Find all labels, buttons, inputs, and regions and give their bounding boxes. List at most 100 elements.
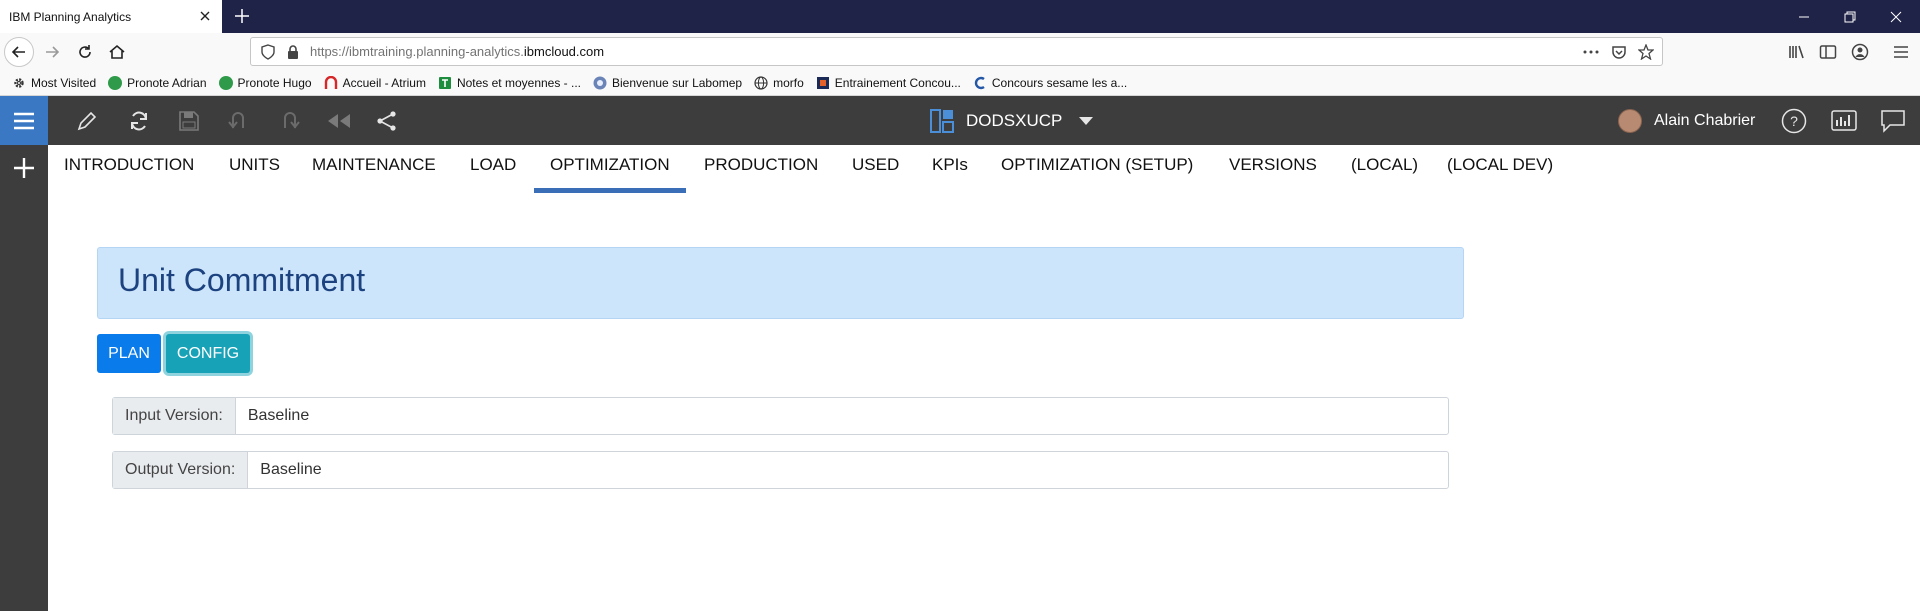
reload-icon — [79, 45, 91, 58]
bookmark-morfo[interactable]: morfo — [754, 76, 804, 90]
save-button[interactable] — [176, 108, 202, 134]
minimize-window-icon[interactable] — [1781, 0, 1827, 33]
rewind-icon — [328, 114, 350, 128]
user-menu[interactable]: Alain Chabrier — [1618, 108, 1755, 134]
left-rail — [0, 145, 48, 611]
help-button[interactable]: ? — [1781, 108, 1807, 134]
pronote-icon — [218, 76, 233, 90]
bookmark-most-visited[interactable]: Most Visited — [12, 76, 96, 90]
input-version-field[interactable]: Input Version: Baseline — [112, 397, 1449, 435]
page-title: Unit Commitment — [118, 262, 366, 298]
browser-tab-strip: IBM Planning Analytics — [0, 0, 1920, 33]
gear-icon — [12, 76, 26, 90]
tab-local-dev[interactable]: (LOCAL DEV) — [1431, 145, 1569, 193]
arrow-left-icon — [11, 46, 25, 58]
output-version-value[interactable]: Baseline — [248, 452, 321, 488]
config-button[interactable]: CONFIG — [166, 334, 250, 373]
close-tab-icon[interactable] — [196, 7, 214, 25]
rewind-button[interactable] — [326, 108, 352, 134]
sesame-icon — [973, 76, 987, 90]
workspace-selector[interactable]: DODSXUCP — [930, 108, 1094, 134]
bookmark-entrainement-concours[interactable]: Entrainement Concou... — [816, 76, 961, 90]
pronote-icon — [108, 76, 123, 90]
home-button[interactable] — [102, 37, 132, 67]
tab-optimization[interactable]: OPTIMIZATION — [534, 145, 686, 193]
bookmark-labomep[interactable]: Bienvenue sur Labomep — [593, 76, 742, 90]
arrow-right-icon — [46, 46, 60, 58]
forward-button[interactable] — [37, 37, 67, 67]
browser-tab-title: IBM Planning Analytics — [9, 9, 132, 24]
caret-down-icon — [1079, 117, 1094, 125]
account-icon[interactable] — [1845, 37, 1875, 67]
tab-load[interactable]: LOAD — [454, 145, 532, 193]
tab-local[interactable]: (LOCAL) — [1335, 145, 1434, 193]
url-bar[interactable]: https://ibmtraining.planning-analytics.i… — [250, 37, 1663, 66]
share-button[interactable] — [374, 108, 400, 134]
dashboard-icon — [930, 109, 954, 133]
help-icon: ? — [1781, 108, 1807, 134]
output-version-label: Output Version: — [113, 452, 249, 488]
reload-button[interactable] — [70, 37, 100, 67]
undo-icon — [228, 112, 244, 129]
bookmark-pronote-adrian[interactable]: Pronote Adrian — [108, 76, 207, 90]
pocket-icon[interactable] — [1610, 43, 1628, 61]
redo-button[interactable] — [276, 108, 302, 134]
lock-icon[interactable] — [284, 43, 302, 61]
close-window-icon[interactable] — [1873, 0, 1919, 33]
labomep-icon — [593, 76, 607, 90]
library-icon[interactable] — [1782, 37, 1812, 67]
bookmark-pronote-hugo[interactable]: Pronote Hugo — [218, 76, 312, 90]
bookmarks-bar: Most Visited Pronote Adrian Pronote Hugo… — [0, 71, 1920, 96]
main-menu-button[interactable] — [0, 96, 48, 145]
refresh-button[interactable] — [126, 108, 152, 134]
plan-button[interactable]: PLAN — [97, 334, 161, 373]
shield-icon[interactable] — [259, 43, 277, 61]
app-menu-icon[interactable] — [1886, 37, 1916, 67]
bookmark-concours-sesame[interactable]: Concours sesame les a... — [973, 76, 1127, 90]
output-version-field[interactable]: Output Version: Baseline — [112, 451, 1449, 489]
globe-icon — [754, 76, 768, 90]
new-tab-button[interactable] — [231, 5, 253, 27]
workspace-name: DODSXUCP — [966, 111, 1063, 130]
svg-text:?: ? — [1790, 113, 1798, 129]
atrium-icon — [324, 76, 338, 90]
tab-production[interactable]: PRODUCTION — [688, 145, 834, 193]
restore-window-icon[interactable] — [1827, 0, 1873, 33]
user-name: Alain Chabrier — [1654, 112, 1756, 129]
url-text[interactable]: https://ibmtraining.planning-analytics.i… — [310, 38, 604, 65]
avatar — [1618, 109, 1642, 133]
plus-icon — [14, 158, 34, 178]
browser-navigation-bar: https://ibmtraining.planning-analytics.i… — [0, 33, 1920, 71]
bookmark-star-icon[interactable] — [1637, 43, 1655, 61]
input-version-value[interactable]: Baseline — [236, 398, 309, 434]
save-icon — [179, 111, 199, 131]
more-actions-icon[interactable] — [1582, 43, 1600, 61]
tab-optimization-setup[interactable]: OPTIMIZATION (SETUP) — [985, 145, 1209, 193]
sidebar-toggle-icon[interactable] — [1813, 37, 1843, 67]
app-toolbar: DODSXUCP Alain Chabrier ? — [0, 96, 1920, 145]
back-button[interactable] — [4, 37, 34, 67]
comments-button[interactable] — [1880, 108, 1906, 134]
tab-units[interactable]: UNITS — [213, 145, 296, 193]
bookmark-accueil-atrium[interactable]: Accueil - Atrium — [324, 76, 426, 90]
undo-button[interactable] — [226, 108, 252, 134]
add-button[interactable] — [9, 153, 39, 183]
tab-maintenance[interactable]: MAINTENANCE — [296, 145, 452, 193]
browser-tab[interactable]: IBM Planning Analytics — [0, 0, 222, 33]
concours-icon — [816, 76, 830, 90]
chart-monitor-icon — [1831, 110, 1857, 131]
input-version-label: Input Version: — [113, 398, 236, 434]
sheet-icon — [438, 76, 452, 90]
refresh-icon — [131, 111, 147, 131]
tab-used[interactable]: USED — [836, 145, 915, 193]
chat-bubble-icon — [1881, 110, 1905, 133]
bookmark-notes-moyennes[interactable]: Notes et moyennes - ... — [438, 76, 581, 90]
monitor-button[interactable] — [1831, 108, 1857, 134]
share-icon — [377, 111, 396, 131]
edit-button[interactable] — [74, 108, 100, 134]
tab-introduction[interactable]: INTRODUCTION — [48, 145, 210, 193]
tab-kpis[interactable]: KPIs — [916, 145, 984, 193]
tab-versions[interactable]: VERSIONS — [1213, 145, 1333, 193]
pencil-icon — [77, 111, 97, 131]
hamburger-icon — [14, 112, 34, 129]
